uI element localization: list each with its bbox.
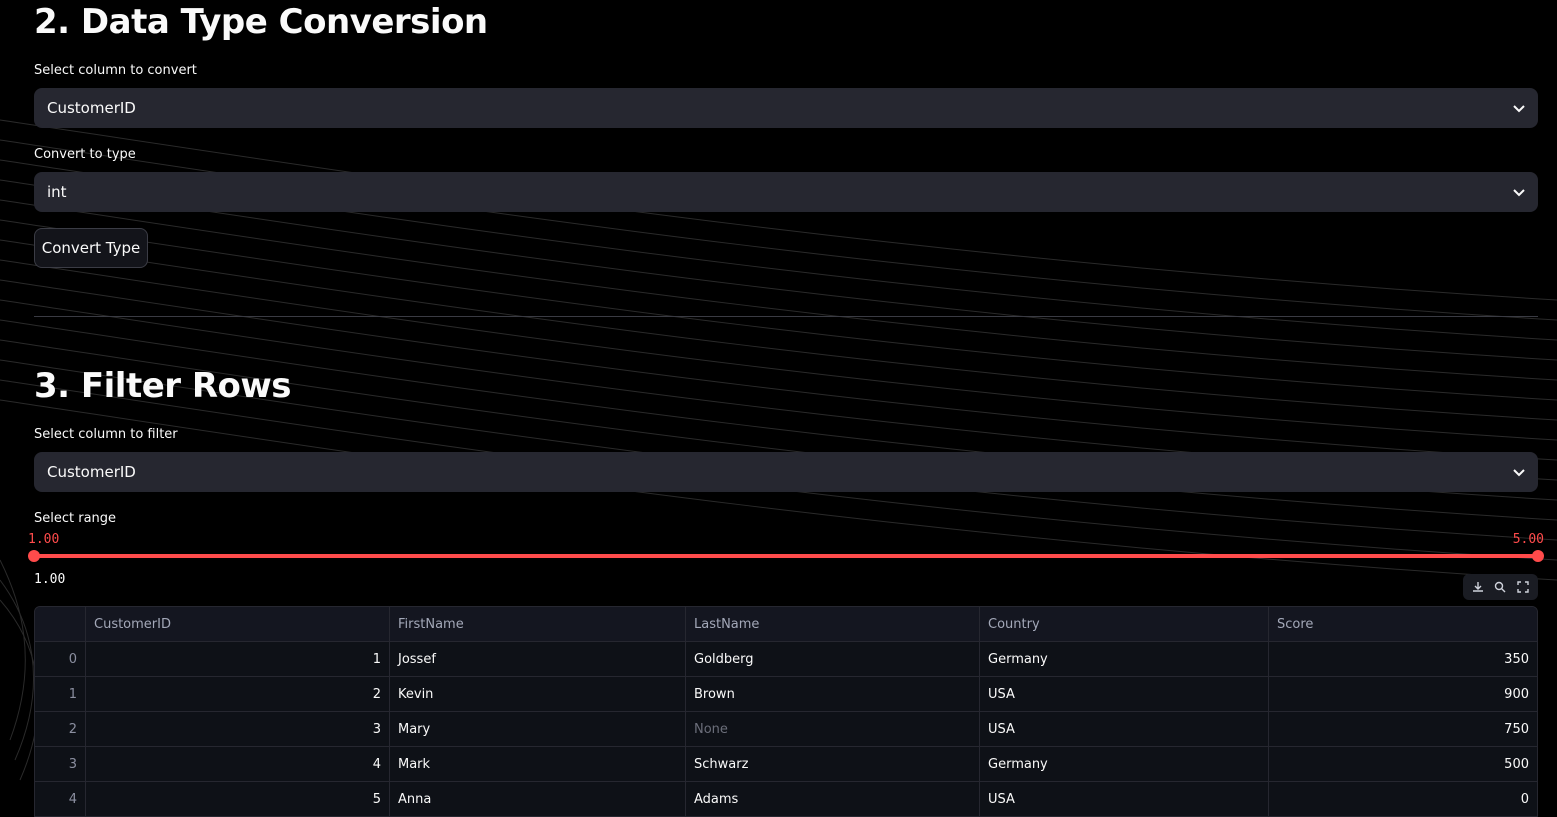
table-row[interactable]: 0 1 Jossef Goldberg Germany 350: [35, 642, 1537, 677]
row-index: 2: [35, 712, 86, 746]
cell-score[interactable]: 350: [1269, 642, 1537, 676]
range-min-value: 1.00: [28, 532, 60, 547]
table-row[interactable]: 3 4 Mark Schwarz Germany 500: [35, 747, 1537, 782]
cell-country[interactable]: USA: [980, 677, 1269, 711]
header-index[interactable]: [35, 607, 86, 641]
convert-column-label: Select column to convert: [34, 63, 197, 78]
download-icon[interactable]: [1472, 581, 1484, 593]
cell-country[interactable]: Germany: [980, 642, 1269, 676]
range-slider-track[interactable]: [34, 554, 1538, 558]
table-header-row: CustomerID FirstName LastName Country Sc…: [35, 607, 1537, 642]
cell-customerid[interactable]: 5: [86, 782, 390, 816]
convert-type-value: int: [47, 183, 67, 201]
cell-country[interactable]: USA: [980, 782, 1269, 816]
convert-type-label: Convert to type: [34, 147, 136, 162]
range-slider-max-handle[interactable]: [1532, 550, 1544, 562]
search-icon[interactable]: [1494, 581, 1506, 593]
cell-lastname[interactable]: Goldberg: [686, 642, 980, 676]
filter-column-label: Select column to filter: [34, 427, 178, 442]
cell-lastname[interactable]: Brown: [686, 677, 980, 711]
data-table[interactable]: CustomerID FirstName LastName Country Sc…: [34, 606, 1538, 817]
range-max-value: 5.00: [1512, 532, 1544, 547]
row-index: 4: [35, 782, 86, 816]
cell-score[interactable]: 0: [1269, 782, 1537, 816]
header-firstname[interactable]: FirstName: [390, 607, 686, 641]
table-row[interactable]: 2 3 Mary None USA 750: [35, 712, 1537, 747]
section-2-title: 2. Data Type Conversion: [34, 2, 488, 42]
table-row[interactable]: 1 2 Kevin Brown USA 900: [35, 677, 1537, 712]
cell-lastname[interactable]: None: [686, 712, 980, 746]
cell-firstname[interactable]: Mary: [390, 712, 686, 746]
range-label: Select range: [34, 511, 117, 526]
cell-score[interactable]: 900: [1269, 677, 1537, 711]
filter-column-value: CustomerID: [47, 463, 136, 481]
cell-country[interactable]: Germany: [980, 747, 1269, 781]
header-customerid[interactable]: CustomerID: [86, 607, 390, 641]
convert-type-button[interactable]: Convert Type: [34, 228, 148, 268]
cell-customerid[interactable]: 4: [86, 747, 390, 781]
fullscreen-icon[interactable]: [1517, 581, 1529, 593]
cell-score[interactable]: 750: [1269, 712, 1537, 746]
range-current-value: 1.00: [34, 572, 66, 587]
range-slider-min-handle[interactable]: [28, 550, 40, 562]
cell-firstname[interactable]: Anna: [390, 782, 686, 816]
row-index: 0: [35, 642, 86, 676]
section-3-title: 3. Filter Rows: [34, 366, 292, 406]
cell-customerid[interactable]: 2: [86, 677, 390, 711]
main-content: 2. Data Type Conversion Select column to…: [28, 0, 1544, 817]
cell-customerid[interactable]: 3: [86, 712, 390, 746]
convert-column-value: CustomerID: [47, 99, 136, 117]
cell-firstname[interactable]: Mark: [390, 747, 686, 781]
table-toolbar: [1463, 574, 1538, 600]
convert-column-select[interactable]: CustomerID: [34, 88, 1538, 128]
row-index: 3: [35, 747, 86, 781]
header-lastname[interactable]: LastName: [686, 607, 980, 641]
chevron-down-icon: [1513, 105, 1525, 113]
row-index: 1: [35, 677, 86, 711]
cell-score[interactable]: 500: [1269, 747, 1537, 781]
header-score[interactable]: Score: [1269, 607, 1537, 641]
chevron-down-icon: [1513, 189, 1525, 197]
cell-lastname[interactable]: Schwarz: [686, 747, 980, 781]
filter-column-select[interactable]: CustomerID: [34, 452, 1538, 492]
cell-country[interactable]: USA: [980, 712, 1269, 746]
cell-firstname[interactable]: Kevin: [390, 677, 686, 711]
cell-lastname[interactable]: Adams: [686, 782, 980, 816]
chevron-down-icon: [1513, 469, 1525, 477]
convert-type-select[interactable]: int: [34, 172, 1538, 212]
cell-firstname[interactable]: Jossef: [390, 642, 686, 676]
section-divider: [34, 316, 1538, 317]
header-country[interactable]: Country: [980, 607, 1269, 641]
cell-customerid[interactable]: 1: [86, 642, 390, 676]
table-row[interactable]: 4 5 Anna Adams USA 0: [35, 782, 1537, 816]
